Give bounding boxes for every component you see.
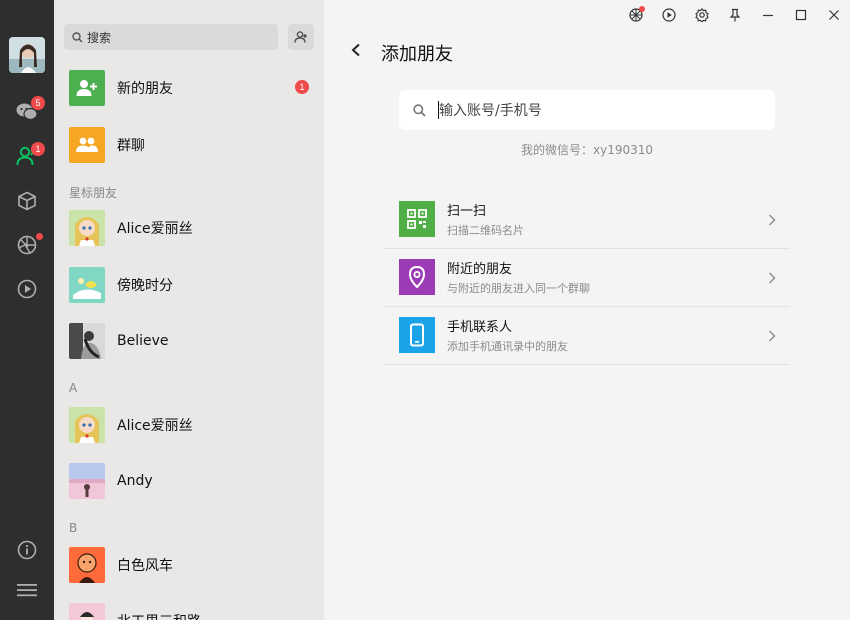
- contact-item[interactable]: Andy: [54, 453, 324, 509]
- section-header-b: B: [69, 521, 78, 535]
- new-friends-icon: [69, 70, 105, 106]
- pin-button[interactable]: [718, 0, 751, 30]
- pin-icon: [728, 8, 742, 22]
- search-icon: [413, 103, 426, 117]
- play-circle-icon: [661, 8, 676, 22]
- search-box[interactable]: 搜索: [64, 24, 278, 50]
- menu-icon[interactable]: [15, 578, 39, 602]
- contacts-list-panel: 搜索 新的朋友 1 群聊 星标朋友 Alice爱丽丝 傍晚时分 Believe …: [54, 0, 324, 620]
- qr-scan-icon: [399, 201, 435, 237]
- section-header-starred: 星标朋友: [69, 186, 118, 200]
- nearby-friends-option[interactable]: 附近的朋友 与附近的朋友进入同一个群聊: [384, 248, 790, 307]
- new-friends-badge: 1: [295, 80, 309, 94]
- add-friend-panel: 添加朋友 输入账号/手机号 我的微信号：xy190310 扫一扫 扫描二维码名片: [324, 0, 850, 620]
- settings-button[interactable]: [685, 0, 718, 30]
- close-button[interactable]: [817, 0, 850, 30]
- video-button[interactable]: [652, 0, 685, 30]
- group-chat-label: 群聊: [117, 138, 145, 154]
- phone-contacts-title: 手机联系人: [447, 320, 513, 335]
- page-title: 添加朋友: [381, 44, 453, 65]
- contact-name: 傍晚时分: [117, 278, 173, 294]
- contact-item[interactable]: 傍晚时分: [54, 257, 324, 313]
- account-search-input[interactable]: 输入账号/手机号: [399, 90, 775, 130]
- contacts-icon[interactable]: 1: [15, 142, 45, 168]
- contact-name: Alice爱丽丝: [117, 221, 193, 237]
- phone-contacts-option[interactable]: 手机联系人 添加手机通讯录中的朋友: [384, 306, 790, 365]
- location-pin-icon: [399, 259, 435, 295]
- contact-name: Alice爱丽丝: [117, 418, 193, 434]
- nearby-option-title: 附近的朋友: [447, 262, 513, 277]
- chevron-right-icon: [768, 269, 776, 288]
- add-contact-button[interactable]: [288, 24, 314, 50]
- nav-rail: 5 1: [0, 0, 54, 620]
- new-friends-label: 新的朋友: [117, 81, 173, 97]
- contact-item[interactable]: Believe: [54, 313, 324, 369]
- add-person-icon: [294, 31, 308, 43]
- scan-option-title: 扫一扫: [447, 204, 487, 219]
- contact-avatar: [69, 323, 105, 359]
- minimize-icon: [762, 9, 774, 21]
- maximize-button[interactable]: [784, 0, 817, 30]
- chat-icon[interactable]: 5: [15, 96, 45, 124]
- chevron-right-icon: [768, 327, 776, 346]
- contact-name: Andy: [117, 473, 153, 489]
- info-icon[interactable]: [15, 538, 39, 562]
- channels-play-icon[interactable]: [15, 277, 39, 301]
- mini-program-dot: [639, 6, 645, 12]
- maximize-icon: [795, 9, 807, 21]
- contact-avatar: [69, 603, 105, 620]
- contact-name: Believe: [117, 333, 169, 349]
- search-placeholder: 搜索: [87, 30, 112, 45]
- favorites-box-icon[interactable]: [15, 189, 39, 213]
- nearby-option-subtitle: 与附近的朋友进入同一个群聊: [447, 282, 590, 295]
- moments-icon[interactable]: [15, 233, 43, 257]
- chevron-right-icon: [768, 211, 776, 230]
- chat-unread-badge: 5: [31, 96, 45, 110]
- account-search-placeholder: 输入账号/手机号: [439, 103, 542, 119]
- back-button[interactable]: [346, 40, 366, 60]
- scan-option[interactable]: 扫一扫 扫描二维码名片: [384, 190, 790, 249]
- phone-icon: [399, 317, 435, 353]
- contact-name: 北工里三和路: [117, 611, 201, 620]
- group-chat-icon: [69, 127, 105, 163]
- contact-avatar: [69, 407, 105, 443]
- minimize-button[interactable]: [751, 0, 784, 30]
- contact-item[interactable]: Alice爱丽丝: [54, 200, 324, 256]
- scan-option-subtitle: 扫描二维码名片: [447, 224, 524, 237]
- user-avatar[interactable]: [9, 37, 45, 73]
- chevron-left-icon: [350, 43, 362, 57]
- contact-item[interactable]: Alice爱丽丝: [54, 397, 324, 453]
- section-header-a: A: [69, 381, 78, 395]
- search-icon: [72, 31, 83, 43]
- contact-avatar: [69, 463, 105, 499]
- moments-dot: [36, 233, 43, 240]
- contact-item[interactable]: 白色风车: [54, 537, 324, 593]
- close-icon: [828, 9, 840, 21]
- window-titlebar: [619, 0, 850, 30]
- my-wechat-id: 我的微信号：xy190310: [520, 143, 653, 157]
- contact-name: 白色风车: [117, 558, 173, 574]
- gear-icon: [694, 8, 709, 22]
- new-friends-item[interactable]: 新的朋友 1: [54, 60, 324, 116]
- contact-item[interactable]: 北工里三和路: [54, 593, 324, 620]
- contact-avatar: [69, 267, 105, 303]
- wechat-window: 5 1 搜索 新的朋友 1 群聊 星标朋友 Alice爱丽丝 傍晚时分 Beli…: [0, 0, 850, 620]
- phone-contacts-subtitle: 添加手机通讯录中的朋友: [447, 340, 568, 353]
- group-chat-item[interactable]: 群聊: [54, 117, 324, 173]
- contact-avatar: [69, 210, 105, 246]
- contact-avatar: [69, 547, 105, 583]
- mini-program-button[interactable]: [619, 0, 652, 30]
- contacts-unread-badge: 1: [31, 142, 45, 156]
